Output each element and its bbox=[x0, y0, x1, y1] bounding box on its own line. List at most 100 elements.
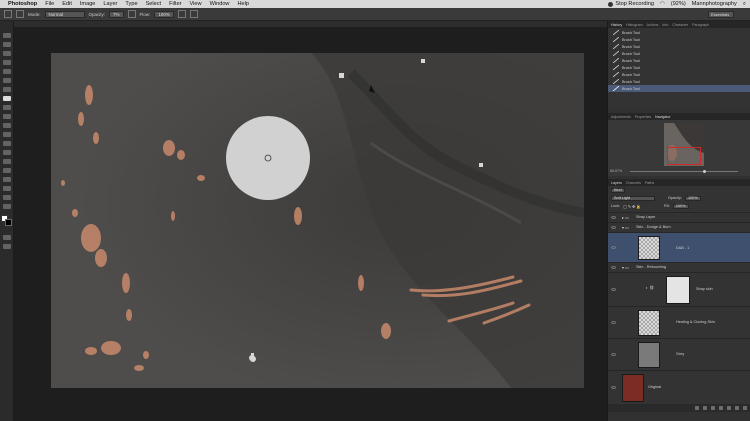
screen-mode-icon[interactable] bbox=[2, 244, 11, 249]
menu-filter[interactable]: Filter bbox=[169, 0, 181, 8]
battery-label[interactable]: (92%) bbox=[671, 0, 686, 8]
history-item[interactable]: Brush Tool bbox=[608, 57, 750, 64]
layer-row[interactable]: ◐ ⛓ Stray skin bbox=[608, 272, 750, 306]
add-mask-icon[interactable] bbox=[711, 406, 715, 410]
history-item[interactable]: Brush Tool bbox=[608, 29, 750, 36]
history-item[interactable]: Brush Tool bbox=[608, 64, 750, 71]
eyedropper-tool-icon[interactable] bbox=[2, 78, 11, 83]
eye-icon[interactable] bbox=[611, 226, 616, 229]
brush-preset-icon[interactable] bbox=[4, 10, 12, 18]
spotlight-icon[interactable]: ⌕ bbox=[743, 0, 746, 8]
background-color-swatch[interactable] bbox=[4, 219, 12, 226]
menu-image[interactable]: Image bbox=[80, 0, 96, 8]
menu-view[interactable]: View bbox=[190, 0, 202, 8]
menu-edit[interactable]: Edit bbox=[62, 0, 72, 8]
zoom-slider-knob[interactable] bbox=[703, 170, 706, 173]
crop-tool-icon[interactable] bbox=[2, 69, 11, 74]
eye-icon[interactable] bbox=[611, 246, 616, 249]
lock-icons[interactable]: ▢ ✎ ✥ 🔒 bbox=[623, 204, 641, 209]
eye-icon[interactable] bbox=[611, 288, 616, 291]
zoom-level[interactable]: 66.67% bbox=[610, 169, 622, 173]
tab-character[interactable]: Character bbox=[672, 23, 688, 27]
eye-icon[interactable] bbox=[611, 216, 616, 219]
color-swatches[interactable] bbox=[0, 215, 13, 227]
healing-brush-tool-icon[interactable] bbox=[2, 87, 11, 92]
rectangle-tool-icon[interactable] bbox=[2, 186, 11, 191]
history-brush-tool-icon[interactable] bbox=[2, 114, 11, 119]
menu-select[interactable]: Select bbox=[146, 0, 162, 8]
flow-field[interactable]: 100% bbox=[154, 10, 174, 18]
stop-recording-button[interactable]: Stop Recording bbox=[608, 0, 654, 8]
blend-mode-select[interactable]: Soft Light bbox=[611, 195, 655, 201]
delete-layer-icon[interactable] bbox=[743, 406, 747, 410]
layer-group-row[interactable]: ▾ ▭ Skin - Dodge & Burn bbox=[608, 222, 750, 232]
tab-history[interactable]: History bbox=[611, 23, 622, 27]
history-item[interactable]: Brush Tool bbox=[608, 50, 750, 57]
tab-paths[interactable]: Paths bbox=[645, 181, 654, 185]
gradient-tool-icon[interactable] bbox=[2, 132, 11, 137]
airbrush-icon[interactable] bbox=[177, 10, 186, 18]
type-tool-icon[interactable] bbox=[2, 168, 11, 173]
lasso-tool-icon[interactable] bbox=[2, 51, 11, 56]
tab-paragraph[interactable]: Paragraph bbox=[692, 23, 709, 27]
adjustment-layer-icon[interactable] bbox=[719, 406, 723, 410]
pen-tool-icon[interactable] bbox=[2, 159, 11, 164]
canvas-area[interactable] bbox=[14, 27, 607, 421]
navigator-view-box[interactable] bbox=[667, 147, 701, 165]
tab-layers[interactable]: Layers bbox=[611, 181, 622, 185]
quick-mask-icon[interactable] bbox=[2, 235, 11, 240]
history-item[interactable]: Brush Tool bbox=[608, 71, 750, 78]
menu-file[interactable]: File bbox=[45, 0, 54, 8]
fill-field[interactable]: 100% bbox=[672, 203, 689, 209]
layer-row[interactable]: Grey bbox=[608, 338, 750, 370]
new-group-icon[interactable] bbox=[727, 406, 731, 410]
history-item[interactable]: Brush Tool bbox=[608, 78, 750, 85]
document-canvas[interactable] bbox=[51, 53, 584, 388]
quick-select-tool-icon[interactable] bbox=[2, 60, 11, 65]
tab-histogram[interactable]: Histogram bbox=[626, 23, 642, 27]
user-name[interactable]: Mannphotography bbox=[692, 0, 737, 8]
dodge-tool-icon[interactable] bbox=[2, 150, 11, 155]
menu-help[interactable]: Help bbox=[237, 0, 249, 8]
link-layers-icon[interactable] bbox=[695, 406, 699, 410]
tab-actions[interactable]: Actions bbox=[647, 23, 659, 27]
layer-row[interactable]: Original bbox=[608, 370, 750, 404]
hand-tool-icon[interactable] bbox=[2, 195, 11, 200]
layer-row[interactable]: ▸ ▭ Stray Layer bbox=[608, 212, 750, 222]
move-tool-icon[interactable] bbox=[2, 33, 11, 38]
layer-row[interactable]: Healing & Cloning Skin bbox=[608, 306, 750, 338]
wifi-icon[interactable]: ◠ bbox=[660, 0, 665, 8]
menu-window[interactable]: Window bbox=[210, 0, 230, 8]
history-item-current[interactable]: Brush Tool bbox=[608, 85, 750, 92]
eye-icon[interactable] bbox=[611, 266, 616, 269]
tab-channels[interactable]: Channels bbox=[626, 181, 641, 185]
navigator-thumbnail[interactable] bbox=[664, 123, 704, 166]
layer-opacity-field[interactable]: 100% bbox=[684, 195, 701, 201]
workspace-select[interactable]: Essentials bbox=[708, 11, 734, 18]
zoom-slider[interactable] bbox=[630, 170, 738, 173]
history-item[interactable]: Brush Tool bbox=[608, 43, 750, 50]
menu-layer[interactable]: Layer bbox=[103, 0, 117, 8]
brush-panel-icon[interactable] bbox=[16, 10, 24, 18]
history-item[interactable]: Brush Tool bbox=[608, 36, 750, 43]
clone-stamp-tool-icon[interactable] bbox=[2, 105, 11, 110]
zoom-tool-icon[interactable] bbox=[2, 204, 11, 209]
marquee-tool-icon[interactable] bbox=[2, 42, 11, 47]
tab-adjustments[interactable]: Adjustments bbox=[611, 115, 631, 119]
eye-icon[interactable] bbox=[611, 386, 616, 389]
eye-icon[interactable] bbox=[611, 353, 616, 356]
layer-style-icon[interactable] bbox=[703, 406, 707, 410]
brush-tool-icon[interactable] bbox=[2, 96, 11, 101]
app-menu[interactable]: Photoshop bbox=[8, 0, 37, 8]
tab-navigator[interactable]: Navigator bbox=[655, 115, 670, 119]
path-select-tool-icon[interactable] bbox=[2, 177, 11, 182]
pressure-opacity-icon[interactable] bbox=[127, 10, 136, 18]
layer-group-row[interactable]: ▾ ▭ Skin - Retouching bbox=[608, 262, 750, 272]
mode-select[interactable]: Normal bbox=[44, 10, 85, 18]
tab-info[interactable]: Info bbox=[662, 23, 668, 27]
tab-properties[interactable]: Properties bbox=[635, 115, 651, 119]
layer-kind-filter[interactable]: Kind bbox=[611, 187, 625, 193]
eraser-tool-icon[interactable] bbox=[2, 123, 11, 128]
blur-tool-icon[interactable] bbox=[2, 141, 11, 146]
menu-type[interactable]: Type bbox=[125, 0, 137, 8]
